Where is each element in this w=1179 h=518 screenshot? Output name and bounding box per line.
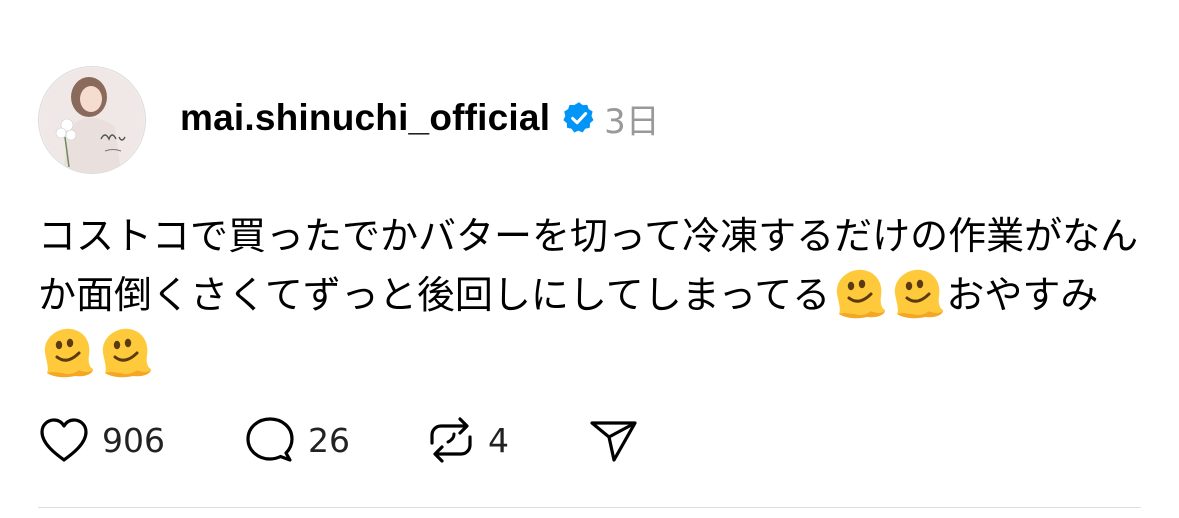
repost-button[interactable]: 4 bbox=[426, 415, 588, 465]
post-divider bbox=[38, 507, 1141, 508]
melting-face-emoji-icon bbox=[102, 328, 151, 378]
repost-icon bbox=[430, 417, 472, 463]
share-icon bbox=[590, 421, 637, 462]
post-body: コストコで買ったでかバターを切って冷凍するだけの作業がなんか面倒くさくてずっと後… bbox=[38, 208, 1148, 382]
melting-face-emoji-icon bbox=[895, 269, 944, 319]
reply-button[interactable]: 26 bbox=[244, 415, 426, 465]
verified-badge-icon bbox=[563, 102, 594, 133]
post-header: mai.shinuchi_official 3日 bbox=[180, 92, 660, 144]
heart-icon bbox=[40, 418, 88, 462]
comment-icon bbox=[246, 417, 294, 462]
post-timestamp: 3日 bbox=[604, 101, 660, 142]
avatar[interactable] bbox=[38, 66, 146, 174]
post-card[interactable]: mai.shinuchi_official 3日 コストコで買ったでかバターを切… bbox=[0, 0, 1179, 518]
repost-count: 4 bbox=[488, 420, 509, 460]
share-button[interactable] bbox=[588, 415, 640, 465]
like-count: 906 bbox=[102, 420, 165, 460]
post-text-closing: おやすみ bbox=[946, 273, 1099, 317]
melting-face-emoji-icon bbox=[837, 269, 886, 319]
post-actions: 906 26 4 bbox=[38, 414, 640, 466]
like-button[interactable]: 906 bbox=[38, 416, 244, 464]
username[interactable]: mai.shinuchi_official bbox=[180, 97, 550, 139]
reply-count: 26 bbox=[308, 420, 350, 460]
avatar-image bbox=[39, 67, 145, 173]
melting-face-emoji-icon bbox=[44, 328, 93, 378]
